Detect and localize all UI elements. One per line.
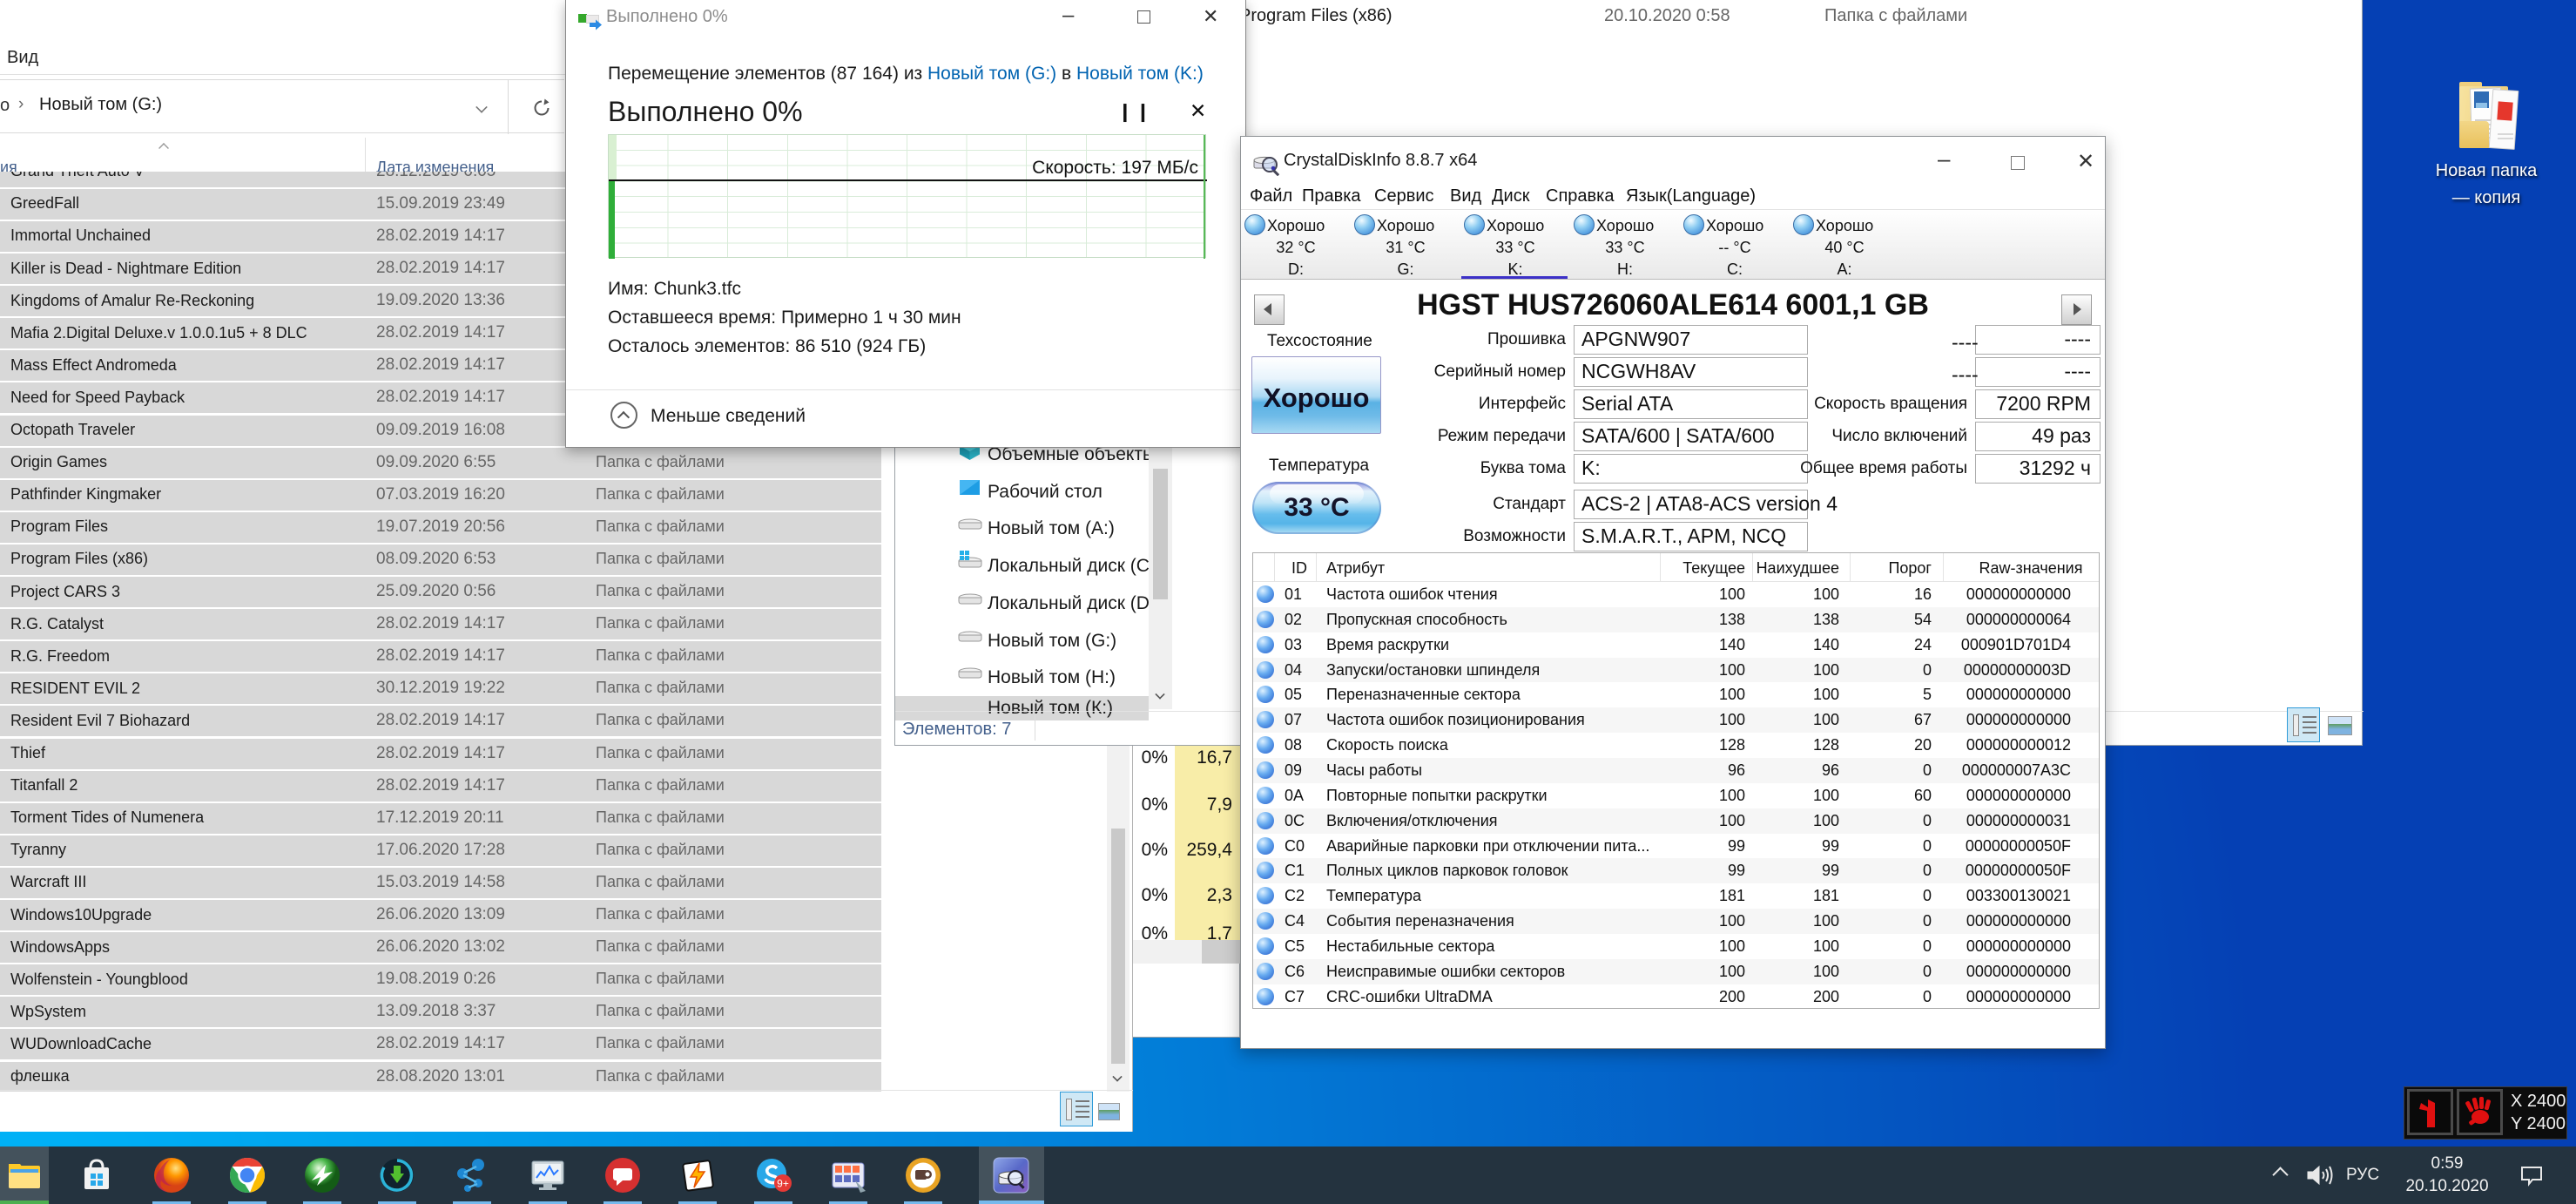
svg-text:9+: 9+ [777,1178,789,1190]
